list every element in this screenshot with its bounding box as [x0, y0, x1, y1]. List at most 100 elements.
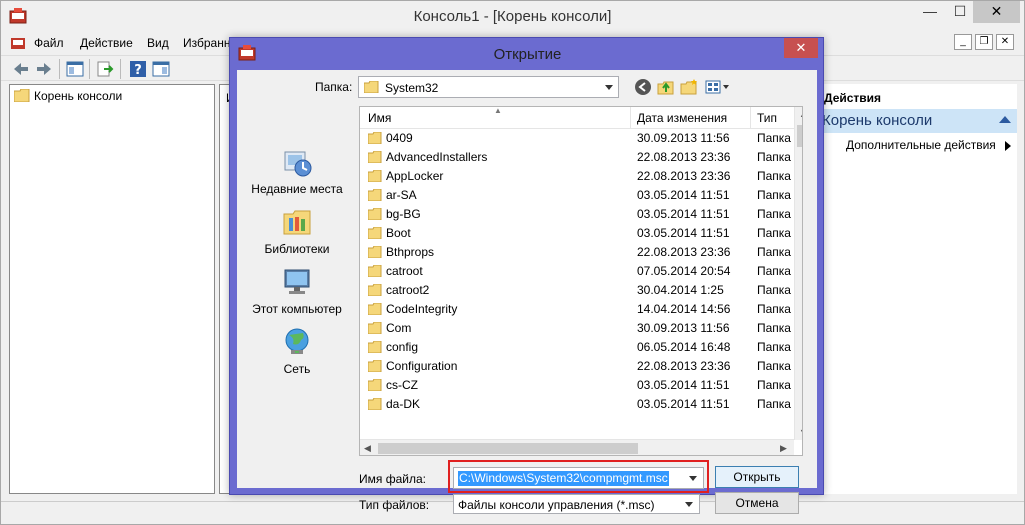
mdi-window-controls: _ ❐ ✕ — [954, 34, 1016, 50]
file-date: 07.05.2014 20:54 — [637, 264, 731, 278]
file-row[interactable]: config 06.05.2014 16:48 Папка — [360, 338, 794, 357]
help-icon[interactable]: ? — [128, 59, 148, 79]
file-name: bg-BG — [386, 207, 421, 221]
maximize-button[interactable]: ☐ — [947, 1, 973, 23]
network-icon — [285, 328, 309, 354]
up-folder-icon[interactable] — [657, 78, 675, 96]
export-list-icon[interactable] — [95, 59, 115, 79]
close-button[interactable]: ✕ — [973, 1, 1020, 23]
minimize-button[interactable]: — — [913, 1, 947, 23]
file-row[interactable]: catroot 07.05.2014 20:54 Папка — [360, 262, 794, 281]
actions-section-console-root[interactable]: Корень консоли — [818, 109, 1017, 133]
file-row[interactable]: Configuration 22.08.2013 23:36 Папка — [360, 357, 794, 376]
file-list-rows: 0409 30.09.2013 11:56 Папка AdvancedInstall… — [360, 129, 794, 417]
file-row[interactable]: Boot 03.05.2014 11:51 Папка — [360, 224, 794, 243]
file-type: Папка — [757, 340, 791, 354]
menu-action[interactable]: Действие — [80, 36, 133, 50]
file-name: config — [386, 340, 419, 354]
view-menu-icon[interactable] — [705, 78, 731, 96]
folder-icon — [368, 208, 382, 220]
file-row[interactable]: da-DK 03.05.2014 11:51 Папка — [360, 395, 794, 414]
file-type: Папка — [757, 378, 791, 392]
folder-icon — [368, 189, 382, 201]
actions-title: Действия — [824, 91, 882, 105]
file-name: ar-SA — [386, 188, 417, 202]
back-arrow-icon[interactable] — [11, 59, 31, 79]
file-row[interactable]: cs-CZ 03.05.2014 11:51 Папка — [360, 376, 794, 395]
mdi-restore-button[interactable]: ❐ — [975, 34, 993, 50]
vertical-scrollbar[interactable]: ▲ ▼ — [794, 107, 802, 440]
folder-icon — [14, 89, 30, 102]
file-date: 22.08.2013 23:36 — [637, 245, 731, 259]
file-type: Папка — [757, 131, 791, 145]
file-row[interactable]: Bthprops 22.08.2013 23:36 Папка — [360, 243, 794, 262]
dialog-close-button[interactable]: ✕ — [784, 38, 818, 58]
forward-arrow-icon[interactable] — [34, 59, 54, 79]
file-date: 30.09.2013 11:56 — [637, 321, 730, 335]
chevron-down-icon — [685, 502, 693, 507]
file-name: Com — [386, 321, 412, 335]
filename-highlight-box — [448, 460, 709, 493]
chevron-down-icon — [605, 85, 613, 90]
folder-combo[interactable]: System32 — [358, 76, 619, 98]
file-type: Папка — [757, 245, 791, 259]
file-date: 30.04.2014 1:25 — [637, 283, 724, 297]
folder-icon — [368, 265, 382, 277]
file-name: catroot2 — [386, 283, 430, 297]
file-row[interactable]: ar-SA 03.05.2014 11:51 Папка — [360, 186, 794, 205]
file-date: 22.08.2013 23:36 — [637, 359, 731, 373]
filetype-select[interactable]: Файлы консоли управления (*.msc) — [453, 494, 700, 514]
libraries-icon — [283, 210, 311, 235]
file-date: 22.08.2013 23:36 — [637, 169, 731, 183]
this-pc-icon — [284, 269, 310, 294]
places-bar: Недавние места Библиотеки Этот компьютер… — [237, 106, 357, 436]
file-type: Папка — [757, 359, 791, 373]
column-date[interactable]: Дата изменения — [637, 111, 727, 125]
file-date: 03.05.2014 11:51 — [637, 226, 730, 240]
mdi-minimize-button[interactable]: _ — [954, 34, 972, 50]
menu-file[interactable]: Файл — [34, 36, 64, 50]
show-hide-action-pane-icon[interactable] — [151, 59, 171, 79]
file-type: Папка — [757, 207, 791, 221]
open-button[interactable]: Открыть — [715, 466, 799, 488]
file-row[interactable]: AdvancedInstallers 22.08.2013 23:36 Папка — [360, 148, 794, 167]
place-label: Библиотеки — [264, 242, 330, 256]
file-date: 03.05.2014 11:51 — [637, 378, 730, 392]
folder-icon — [368, 227, 382, 239]
menu-view[interactable]: Вид — [147, 36, 169, 50]
column-name[interactable]: Имя — [368, 111, 391, 125]
mmc-titlebar[interactable]: Консоль1 - [Корень консоли] — ☐ ✕ — [1, 1, 1024, 33]
file-type: Папка — [757, 188, 791, 202]
file-row[interactable]: CodeIntegrity 14.04.2014 14:56 Папка — [360, 300, 794, 319]
back-icon[interactable] — [634, 78, 652, 96]
actions-pane: Действия Корень консоли Дополнительные д… — [817, 84, 1017, 494]
file-name: AppLocker — [386, 169, 444, 183]
console-menu-icon[interactable] — [10, 35, 26, 50]
mdi-close-button[interactable]: ✕ — [996, 34, 1014, 50]
file-row[interactable]: catroot2 30.04.2014 1:25 Папка — [360, 281, 794, 300]
file-date: 06.05.2014 16:48 — [637, 340, 731, 354]
file-row[interactable]: 0409 30.09.2013 11:56 Папка — [360, 129, 794, 148]
mmc-window-title: Консоль1 - [Корень консоли] — [413, 8, 612, 25]
actions-section-label: Корень консоли — [822, 112, 933, 129]
new-folder-icon[interactable] — [680, 78, 698, 96]
file-type: Папка — [757, 283, 791, 297]
file-type: Папка — [757, 169, 791, 183]
horizontal-scrollbar[interactable]: ◀ ▶ — [360, 439, 794, 455]
show-hide-tree-icon[interactable] — [65, 59, 85, 79]
place-label: Сеть — [283, 362, 311, 376]
file-row[interactable]: Com 30.09.2013 11:56 Папка — [360, 319, 794, 338]
cancel-button[interactable]: Отмена — [715, 492, 799, 514]
file-row[interactable]: bg-BG 03.05.2014 11:51 Папка — [360, 205, 794, 224]
file-row[interactable]: AppLocker 22.08.2013 23:36 Папка — [360, 167, 794, 186]
file-name: CodeIntegrity — [386, 302, 458, 316]
collapse-arrow-icon[interactable] — [999, 116, 1011, 123]
folder-icon — [368, 132, 382, 144]
folder-icon — [368, 398, 382, 410]
folder-icon — [368, 341, 382, 353]
folder-icon — [368, 284, 382, 296]
more-actions-link[interactable]: Дополнительные действия — [846, 138, 996, 152]
column-type[interactable]: Тип — [757, 111, 777, 125]
file-list-header: ▲ Имя Дата изменения Тип — [360, 107, 794, 129]
tree-item-label: Корень консоли — [34, 89, 123, 103]
